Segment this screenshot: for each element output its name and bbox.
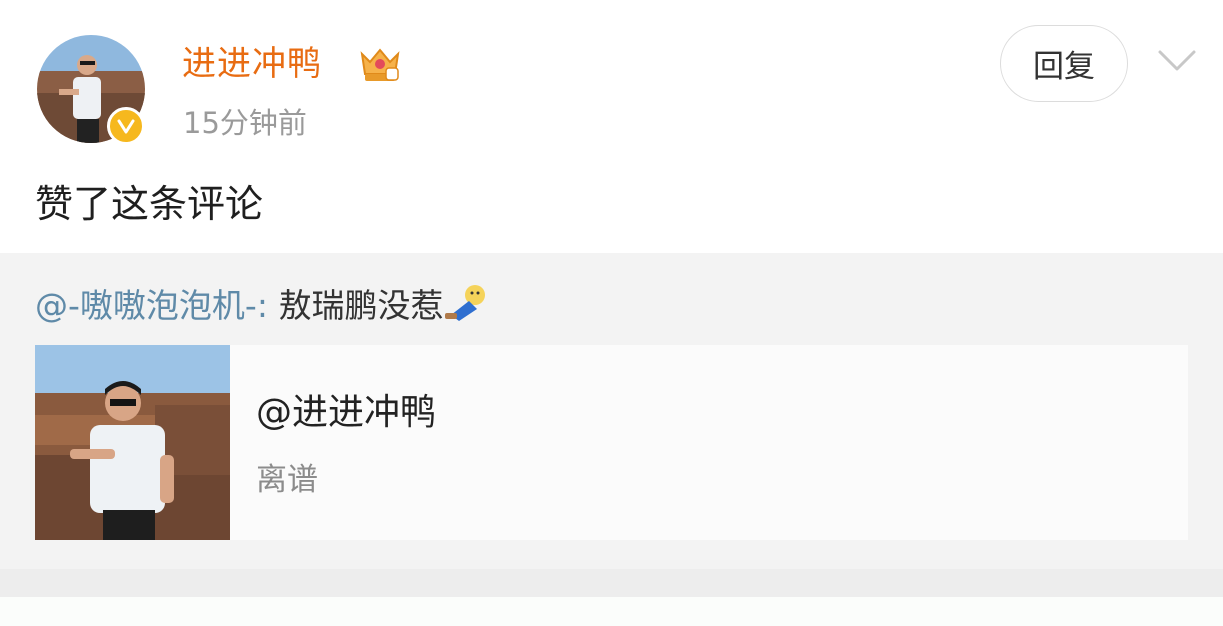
quoted-text: 敖瑞鹏没惹 [278, 286, 444, 325]
post-time: 15分钟前 [183, 106, 307, 140]
section-divider [0, 569, 1223, 597]
card-subtitle: 离谱 [256, 462, 318, 498]
mention-link[interactable]: @-嗷嗷泡泡机-: [35, 286, 268, 325]
quoted-post-card[interactable]: @进进冲鸭 离谱 [35, 345, 1188, 540]
chevron-down-icon[interactable] [1156, 44, 1198, 76]
username[interactable]: 进进冲鸭 [182, 40, 322, 88]
next-item-area [0, 597, 1223, 626]
pointing-doll-emoji-icon [443, 283, 489, 323]
card-thumbnail [35, 345, 230, 540]
post-text: 赞了这条评论 [35, 182, 264, 226]
verified-badge-icon [107, 107, 145, 145]
card-title: @进进冲鸭 [256, 392, 437, 433]
vip-crown-icon [358, 44, 402, 84]
comment-post: 进进冲鸭 15分钟前 回复 赞了这条评论 [0, 0, 1223, 253]
quoted-comment-line: @-嗷嗷泡泡机-: 敖瑞鹏没惹 [35, 283, 489, 329]
reply-button[interactable]: 回复 [1000, 25, 1128, 102]
quoted-comment[interactable]: @-嗷嗷泡泡机-: 敖瑞鹏没惹 @进进冲鸭 离谱 [0, 253, 1223, 569]
